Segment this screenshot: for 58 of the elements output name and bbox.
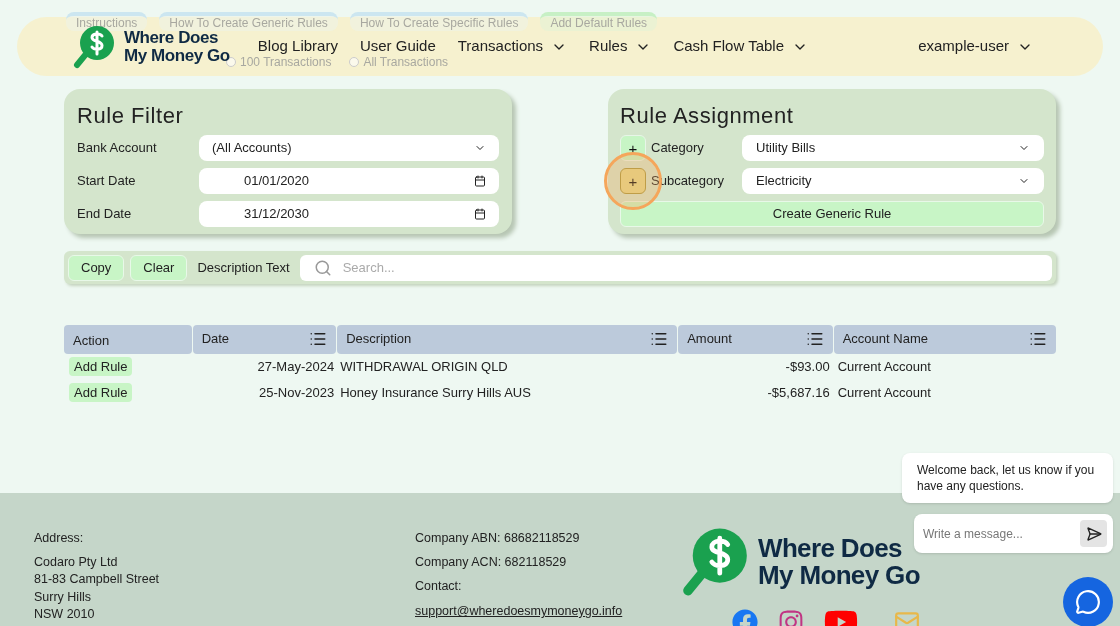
company-info: Contact: xyxy=(415,577,463,595)
add-rule-button[interactable]: Add Rule xyxy=(69,357,133,377)
table-cell: -$93.00 xyxy=(785,359,830,375)
column-header[interactable]: Description xyxy=(337,325,678,354)
radio-button[interactable] xyxy=(349,57,360,67)
logo-text: Where Does xyxy=(124,28,219,47)
card-title: Rule Filter xyxy=(77,102,185,130)
nav-link[interactable]: Cash Flow Table xyxy=(673,35,809,58)
create-rule-button[interactable]: Create Generic Rule xyxy=(620,201,1044,227)
field-label: End Date xyxy=(77,205,133,224)
logo-text: Where Does xyxy=(758,534,903,562)
email-link[interactable]: support@wheredoesmymoneygo.info xyxy=(415,602,680,621)
toolbar-button[interactable]: Copy xyxy=(68,254,125,281)
table-cell: 25-Nov-2023 xyxy=(259,385,335,401)
send-button[interactable] xyxy=(1080,520,1107,547)
column-header[interactable]: Date xyxy=(192,325,337,354)
calendar-icon xyxy=(474,208,486,220)
add-button[interactable]: + xyxy=(620,168,646,194)
table-cell: Current Account xyxy=(837,359,931,375)
column-header[interactable]: Amount xyxy=(678,325,833,354)
chat-icon xyxy=(1075,589,1101,615)
toolbar-button[interactable]: Clear xyxy=(130,254,188,281)
address-line: Surry Hills xyxy=(34,588,92,606)
column-header[interactable]: Action xyxy=(64,325,192,354)
card-title: Rule Assignment xyxy=(620,102,795,130)
address-line: 81-83 Campbell Street xyxy=(34,571,161,589)
table-cell: WITHDRAWAL ORIGIN QLD xyxy=(340,359,508,375)
calendar-icon xyxy=(474,175,486,187)
field-label: Bank Account xyxy=(77,139,158,158)
address-line: Codaro Pty Ltd xyxy=(34,553,119,571)
chat-bubble: Welcome back, let us know if you have any questions. xyxy=(902,453,1113,503)
company-info: Company ABN: 68682118529 xyxy=(415,530,581,547)
search-icon xyxy=(313,258,332,277)
select-field[interactable]: Utility Bills xyxy=(742,135,1044,161)
search-field[interactable]: Search... xyxy=(299,254,1052,281)
send-icon xyxy=(1085,525,1102,542)
logo-text: My Money Go xyxy=(758,562,920,590)
company-info: Company ACN: 682118529 xyxy=(415,553,568,571)
address-label: Address: xyxy=(34,530,85,547)
table-cell: -$5,687.16 xyxy=(767,385,830,401)
select-field[interactable]: Electricity xyxy=(742,168,1044,194)
add-rule-button[interactable]: Add Rule xyxy=(69,383,133,403)
nav-link[interactable]: Rules xyxy=(589,35,652,58)
field-label: Category xyxy=(651,139,705,158)
date-field[interactable]: 01/01/2020 xyxy=(199,168,499,194)
logo-text: My Money Go xyxy=(124,46,230,65)
nav-link[interactable]: Transactions xyxy=(457,35,568,58)
add-button[interactable]: + xyxy=(620,135,646,161)
user-menu[interactable]: example-user xyxy=(918,35,1033,58)
search-label: Description Text xyxy=(197,258,290,277)
table-cell: Current Account xyxy=(837,385,931,401)
address-line: NSW 2010 xyxy=(34,606,96,624)
date-field[interactable]: 31/12/2030 xyxy=(199,201,499,227)
field-label: Start Date xyxy=(77,172,137,191)
select-field[interactable]: (All Accounts) xyxy=(199,135,499,161)
table-cell: Honey Insurance Surry Hills AUS xyxy=(340,385,531,401)
column-header[interactable]: Account Name xyxy=(833,325,1056,354)
table-cell: 27-May-2024 xyxy=(257,359,335,375)
